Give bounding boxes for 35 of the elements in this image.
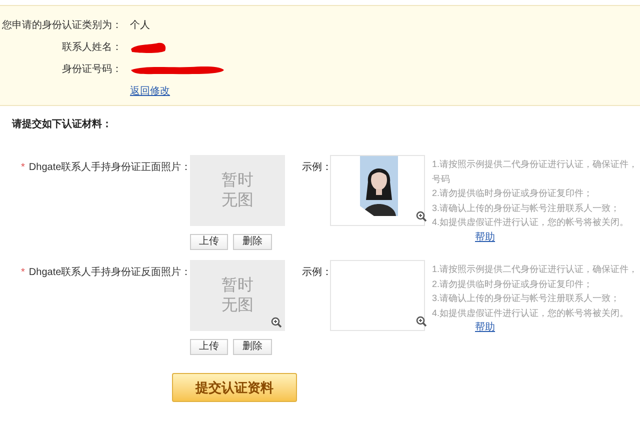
upload-button[interactable]: 上传 — [190, 339, 228, 355]
placeholder-text: 暂时 — [222, 276, 254, 296]
zoom-icon[interactable] — [416, 211, 428, 222]
required-mark: * — [21, 161, 25, 175]
note-text: 3.请确认上传的身份证与帐号注册联系人一致； — [432, 292, 621, 305]
section-heading: 请提交如下认证材料： — [12, 117, 113, 132]
submit-button[interactable]: 提交认证资料 — [172, 373, 297, 402]
field-value: 个人 — [130, 19, 150, 33]
note-text: 1.请按照示例提供二代身份证进行认证，确保证件， — [432, 158, 639, 171]
placeholder-text: 暂时 — [222, 170, 254, 190]
field-label: Dhgate联系人手持身份证正面照片： — [28, 160, 192, 175]
note-text: 1.请按照示例提供二代身份证进行认证，确保证件， — [432, 263, 639, 276]
zoom-icon[interactable] — [416, 316, 428, 327]
note-text: 3.请确认上传的身份证与帐号注册联系人一致； — [432, 202, 621, 214]
help-link[interactable]: 帮助 — [475, 232, 496, 242]
field-label: 联系人姓名： — [61, 40, 122, 55]
delete-button[interactable]: 删除 — [233, 234, 272, 250]
upload-button[interactable]: 上传 — [190, 234, 228, 250]
field-label: 示例： — [302, 162, 332, 173]
delete-button[interactable]: 删除 — [233, 339, 272, 355]
required-mark: * — [21, 266, 25, 280]
note-text: 2.请勿提供临时身份证或身份证复印件； — [432, 278, 594, 290]
back-link[interactable]: 返回修改 — [130, 86, 170, 97]
help-link[interactable]: 帮助 — [475, 322, 496, 333]
field-label: 示例： — [302, 267, 332, 278]
field-label: 身份证号码： — [61, 63, 122, 77]
placeholder-text: 无图 — [222, 190, 254, 210]
note-text: 4.如提供虚假证件进行认证，您的帐号将被关闭。 — [432, 216, 630, 229]
field-label: Dhgate联系人手持身份证反面照片： — [28, 266, 192, 280]
field-label: 您申请的身份认证类别为： — [1, 18, 122, 33]
placeholder-text: 无图 — [222, 296, 254, 316]
note-text: 2.请勿提供临时身份证或身份证复印件； — [432, 187, 594, 200]
note-text: 号码 — [432, 172, 452, 186]
note-text: 4.如提供虚假证件进行认证，您的帐号将被关闭。 — [432, 306, 630, 320]
zoom-icon[interactable] — [271, 317, 282, 328]
